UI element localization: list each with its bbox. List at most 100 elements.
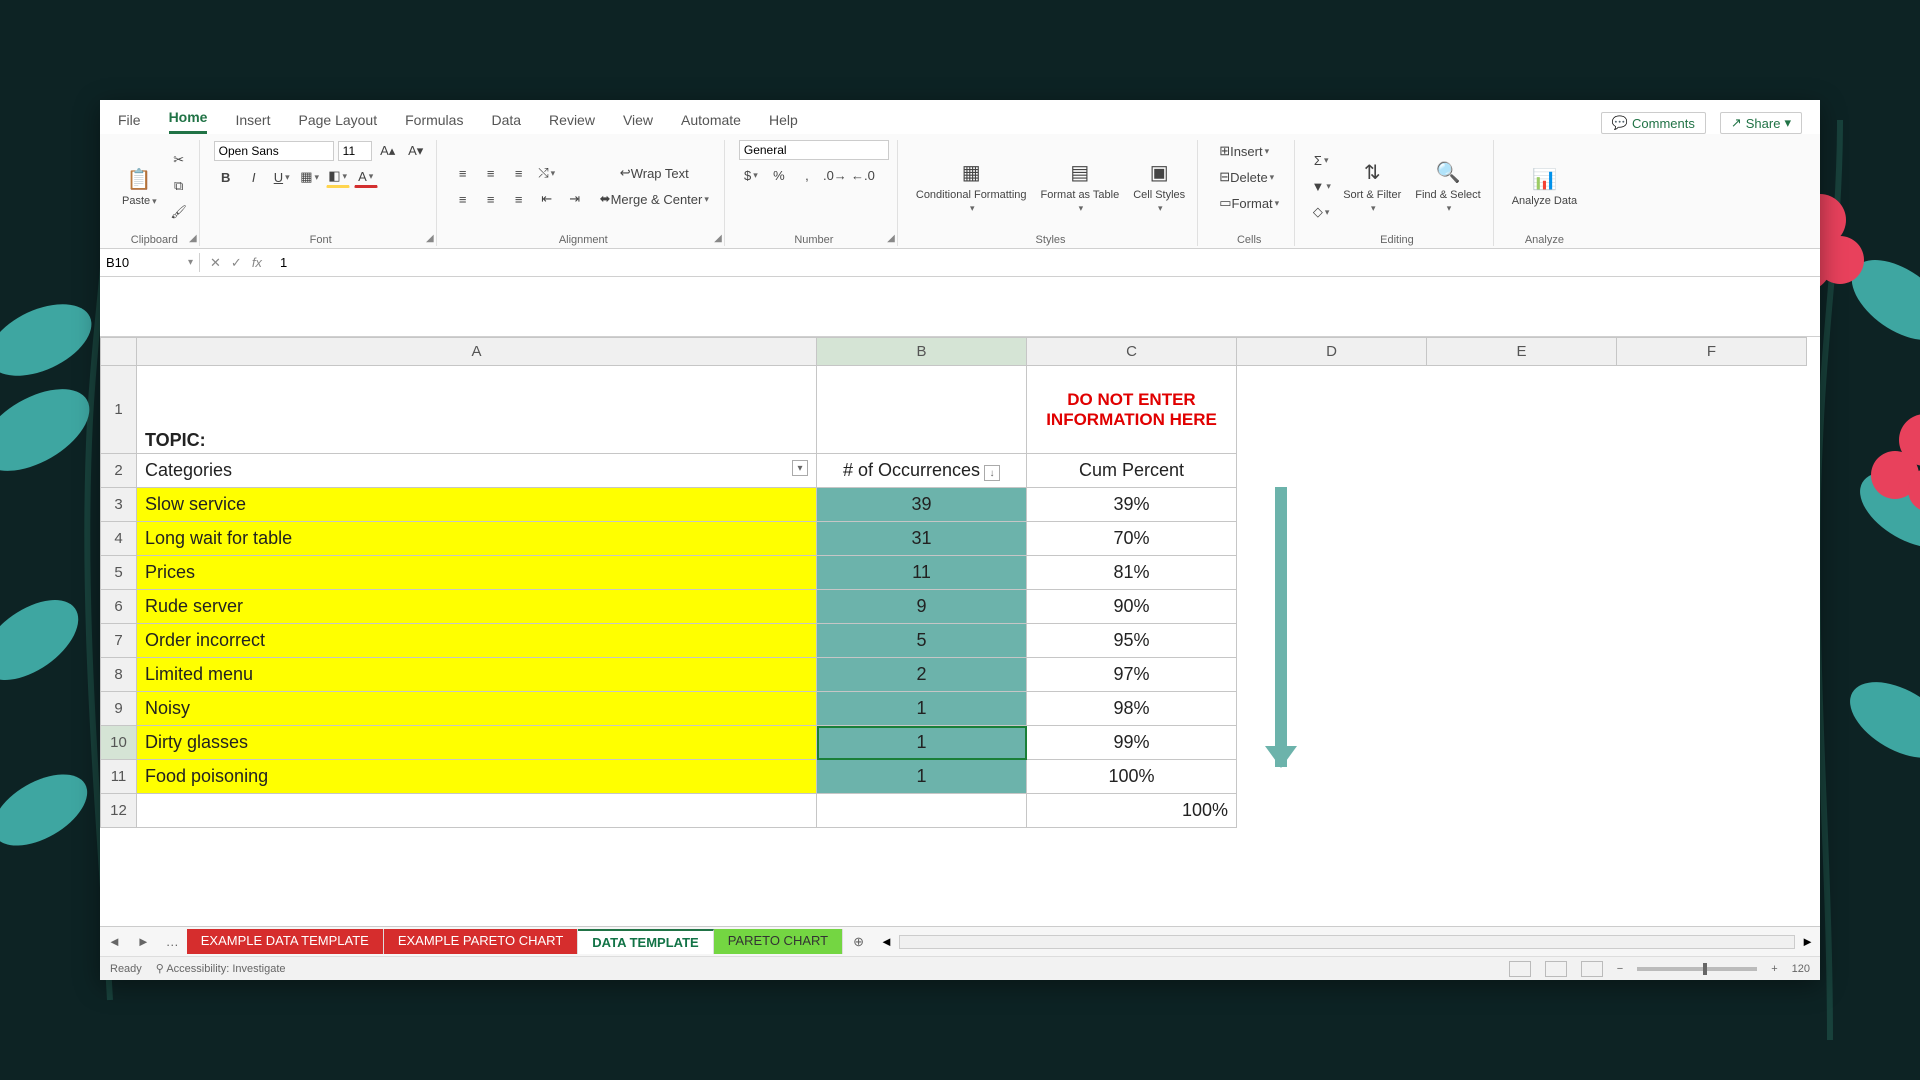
percent-icon[interactable]: % xyxy=(767,164,791,186)
sheet-tab[interactable]: DATA TEMPLATE xyxy=(578,929,713,954)
zoom-value[interactable]: 120 xyxy=(1792,963,1810,975)
category-cell[interactable]: Order incorrect xyxy=(137,624,817,658)
occurrence-cell[interactable]: 9 xyxy=(817,590,1027,624)
cum-percent-cell[interactable]: 95% xyxy=(1027,624,1237,658)
occurrence-cell[interactable]: 1 xyxy=(817,692,1027,726)
cum-percent-cell[interactable]: 99% xyxy=(1027,726,1237,760)
category-cell[interactable]: Slow service xyxy=(137,488,817,522)
increase-decimal-icon[interactable]: .0→ xyxy=(823,164,847,186)
tab-nav-next[interactable]: ► xyxy=(129,934,158,949)
tab-file[interactable]: File xyxy=(118,112,141,134)
font-dialog-icon[interactable]: ◢ xyxy=(426,233,434,244)
sort-filter-button[interactable]: ⇅Sort & Filter xyxy=(1339,157,1405,216)
number-dialog-icon[interactable]: ◢ xyxy=(887,233,895,244)
indent-increase-icon[interactable]: ⇥ xyxy=(563,188,587,210)
sheet-tab[interactable]: EXAMPLE DATA TEMPLATE xyxy=(187,929,384,954)
row-header-9[interactable]: 9 xyxy=(101,692,137,726)
zoom-in-icon[interactable]: + xyxy=(1771,963,1777,975)
col-header-D[interactable]: D xyxy=(1237,338,1427,366)
tab-data[interactable]: Data xyxy=(491,112,521,134)
new-sheet-button[interactable]: ⊕ xyxy=(843,934,874,950)
sheet-tab[interactable]: PARETO CHART xyxy=(714,929,843,954)
category-cell[interactable]: Long wait for table xyxy=(137,522,817,556)
format-painter-button[interactable]: 🖌 xyxy=(167,201,191,223)
row-header-6[interactable]: 6 xyxy=(101,590,137,624)
tab-automate[interactable]: Automate xyxy=(681,112,741,134)
view-page-break-icon[interactable] xyxy=(1581,961,1603,977)
zoom-out-icon[interactable]: − xyxy=(1617,963,1623,975)
occurrence-cell[interactable]: 2 xyxy=(817,658,1027,692)
col-header-B[interactable]: B xyxy=(817,338,1027,366)
align-bottom-icon[interactable]: ≡ xyxy=(507,162,531,184)
worksheet-grid[interactable]: A B C D E F 1 TOPIC: DO NOT ENTER INFORM… xyxy=(100,337,1820,926)
format-cells-button[interactable]: ▭ Format xyxy=(1212,192,1286,214)
occurrence-cell[interactable]: 31 xyxy=(817,522,1027,556)
decrease-decimal-icon[interactable]: ←.0 xyxy=(851,164,875,186)
category-cell[interactable]: Noisy xyxy=(137,692,817,726)
format-as-table-button[interactable]: ▤Format as Table xyxy=(1037,157,1124,216)
cum-percent-cell[interactable]: 39% xyxy=(1027,488,1237,522)
filter-icon[interactable]: ▾ xyxy=(792,460,808,476)
category-cell[interactable]: Food poisoning xyxy=(137,760,817,794)
occurrence-cell[interactable]: 39 xyxy=(817,488,1027,522)
row-header-12[interactable]: 12 xyxy=(101,794,137,828)
total-percent-cell[interactable]: 100% xyxy=(1027,794,1237,828)
formula-input[interactable]: 1 xyxy=(272,253,1820,272)
currency-icon[interactable]: $ xyxy=(739,164,763,186)
cum-percent-cell[interactable]: 90% xyxy=(1027,590,1237,624)
cum-percent-cell[interactable]: 81% xyxy=(1027,556,1237,590)
tab-nav-more[interactable]: … xyxy=(158,934,187,949)
view-page-layout-icon[interactable] xyxy=(1545,961,1567,977)
row-header-5[interactable]: 5 xyxy=(101,556,137,590)
row-header-4[interactable]: 4 xyxy=(101,522,137,556)
fill-icon[interactable]: ▼ xyxy=(1309,175,1333,197)
occurrence-cell[interactable]: 5 xyxy=(817,624,1027,658)
align-left-icon[interactable]: ≡ xyxy=(451,188,475,210)
cum-percent-cell[interactable]: 97% xyxy=(1027,658,1237,692)
clipboard-dialog-icon[interactable]: ◢ xyxy=(189,233,197,244)
col-header-E[interactable]: E xyxy=(1427,338,1617,366)
view-normal-icon[interactable] xyxy=(1509,961,1531,977)
category-cell[interactable]: Dirty glasses xyxy=(137,726,817,760)
font-size-input[interactable] xyxy=(338,141,372,161)
cum-header-cell[interactable]: Cum Percent xyxy=(1027,454,1237,488)
sort-desc-icon[interactable]: ↓ xyxy=(984,465,1000,481)
align-center-icon[interactable]: ≡ xyxy=(479,188,503,210)
cancel-formula-icon[interactable]: ✕ xyxy=(210,255,221,271)
select-all-corner[interactable] xyxy=(101,338,137,366)
tab-help[interactable]: Help xyxy=(769,112,798,134)
align-right-icon[interactable]: ≡ xyxy=(507,188,531,210)
tab-page-layout[interactable]: Page Layout xyxy=(298,112,377,134)
sheet-tab[interactable]: EXAMPLE PARETO CHART xyxy=(384,929,578,954)
paste-button[interactable]: 📋 Paste xyxy=(118,163,161,209)
hscroll-track[interactable] xyxy=(899,935,1795,949)
decrease-font-icon[interactable]: A▾ xyxy=(404,140,428,162)
hscroll-right-icon[interactable]: ► xyxy=(1801,934,1814,949)
hscroll-left-icon[interactable]: ◄ xyxy=(880,934,893,949)
tab-view[interactable]: View xyxy=(623,112,653,134)
row-header-10[interactable]: 10 xyxy=(101,726,137,760)
copy-button[interactable]: ⧉ xyxy=(167,175,191,197)
clear-icon[interactable]: ◇ xyxy=(1309,201,1333,223)
conditional-formatting-button[interactable]: ▦Conditional Formatting xyxy=(912,157,1031,216)
name-box[interactable]: B10▾ xyxy=(100,253,200,272)
comma-icon[interactable]: , xyxy=(795,164,819,186)
categories-header-cell[interactable]: Categories▾ xyxy=(137,454,817,488)
align-middle-icon[interactable]: ≡ xyxy=(479,162,503,184)
occurrence-cell[interactable]: 11 xyxy=(817,556,1027,590)
delete-cells-button[interactable]: ⊟ Delete xyxy=(1212,166,1281,188)
fx-icon[interactable]: fx xyxy=(252,255,262,271)
alignment-dialog-icon[interactable]: ◢ xyxy=(714,233,722,244)
category-cell[interactable]: Limited menu xyxy=(137,658,817,692)
tab-insert[interactable]: Insert xyxy=(235,112,270,134)
cut-button[interactable]: ✂ xyxy=(167,149,191,171)
cum-percent-cell[interactable]: 100% xyxy=(1027,760,1237,794)
tab-review[interactable]: Review xyxy=(549,112,595,134)
share-button[interactable]: ↗ Share ▾ xyxy=(1720,112,1802,134)
row-header-8[interactable]: 8 xyxy=(101,658,137,692)
row-header-7[interactable]: 7 xyxy=(101,624,137,658)
increase-font-icon[interactable]: A▴ xyxy=(376,140,400,162)
align-top-icon[interactable]: ≡ xyxy=(451,162,475,184)
cell-styles-button[interactable]: ▣Cell Styles xyxy=(1129,157,1189,216)
fill-color-button[interactable]: ◧ xyxy=(326,166,350,188)
